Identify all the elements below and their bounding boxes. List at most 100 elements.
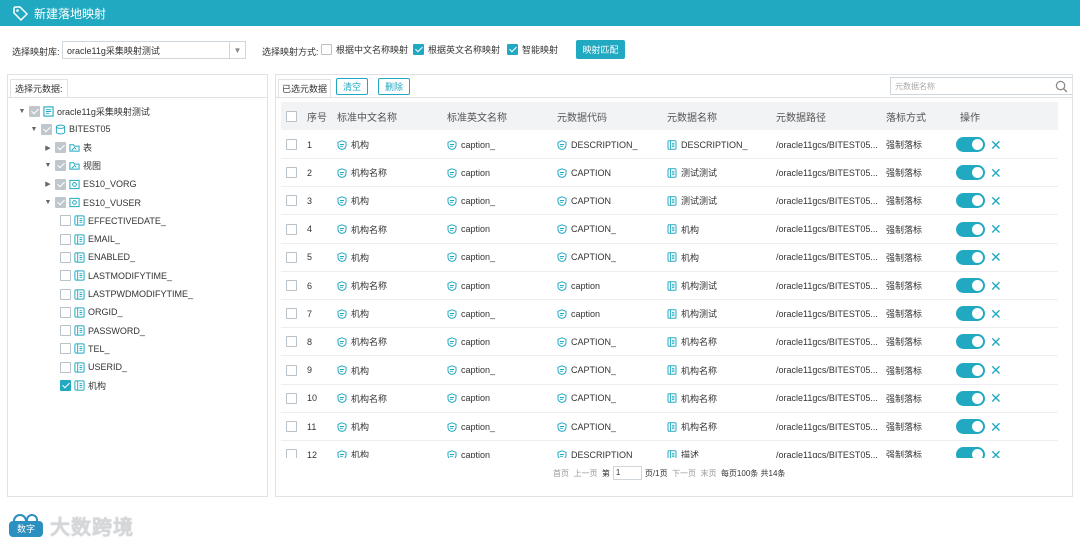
enable-toggle[interactable] [956, 419, 985, 434]
clear-button[interactable]: 清空 [336, 78, 368, 95]
checkbox[interactable] [413, 44, 424, 55]
table-row[interactable]: 6 机构名称 caption caption 机构测试/oracle11gcs/BITE… [281, 272, 1058, 300]
close-icon[interactable]: ✕ [990, 250, 1002, 264]
close-icon[interactable]: ✕ [990, 279, 1002, 293]
caret-down-icon[interactable]: ▼ [44, 162, 52, 169]
tree-node[interactable]: PASSWORD_ [60, 323, 145, 339]
option-en[interactable]: 根据英文名称映射 [413, 43, 500, 56]
tree-checkbox[interactable] [60, 380, 71, 391]
table-row[interactable]: 2 机构名称 caption CAPTION 测试测试/oracle11gcs/BITE… [281, 159, 1058, 188]
tree-checkbox[interactable] [60, 215, 71, 227]
table-row[interactable]: 10 机构名称 caption CAPTION_ 机构名称/oracle11gcs/BI… [281, 385, 1058, 413]
checkbox[interactable] [507, 44, 518, 55]
row-checkbox[interactable] [286, 139, 297, 150]
table-row[interactable]: 8 机构名称 caption CAPTION_ 机构名称/oracle11gcs/BIT… [281, 328, 1058, 357]
next-page-link[interactable]: 下一页 [672, 468, 696, 479]
map-match-button[interactable]: 映射匹配 [576, 40, 625, 59]
tree-node[interactable]: EFFECTIVEDATE_ [60, 213, 166, 229]
tree-checkbox[interactable] [60, 306, 71, 318]
tree-checkbox[interactable] [55, 160, 66, 172]
enable-toggle[interactable] [956, 306, 985, 322]
enable-toggle[interactable] [956, 137, 985, 152]
close-icon[interactable]: ✕ [990, 307, 1002, 321]
enable-toggle[interactable] [956, 193, 985, 209]
enable-toggle[interactable] [956, 362, 985, 378]
last-page-link[interactable]: 末页 [700, 468, 716, 479]
lib-select[interactable]: oracle11g采集映射测试 ▼ [62, 41, 246, 59]
row-checkbox[interactable] [286, 392, 297, 404]
row-checkbox[interactable] [286, 421, 297, 432]
table-row[interactable]: 3 机构 caption_ CAPTION 测试测试/oracle11gcs/BITES… [281, 187, 1058, 216]
tree-checkbox[interactable] [55, 142, 66, 154]
tree-node[interactable]: LASTMODIFYTIME_ [60, 268, 172, 284]
tree-checkbox[interactable] [60, 325, 71, 337]
tree-node[interactable]: ▼ oracle11g采集映射测试 [18, 103, 150, 119]
row-checkbox[interactable] [286, 195, 297, 207]
table-row[interactable]: 1 机构 caption_ DESCRIPTION_ DESCRIPTION_ /orac… [281, 131, 1058, 159]
search-input[interactable]: 元数据名称 [890, 77, 1072, 95]
close-icon[interactable]: ✕ [990, 222, 1002, 236]
chevron-down-icon[interactable]: ▼ [229, 42, 245, 58]
close-icon[interactable]: ✕ [990, 194, 1002, 208]
first-page-link[interactable]: 首页 [553, 468, 569, 479]
tree-node[interactable]: ▶ 表 [44, 140, 92, 156]
tree-checkbox[interactable] [41, 123, 52, 135]
table-row[interactable]: 5 机构 caption_ CAPTION_ 机构/oracle11gcs/BITEST… [281, 244, 1058, 272]
close-icon[interactable]: ✕ [990, 363, 1002, 377]
table-row[interactable]: 4 机构名称 caption CAPTION_ 机构/oracle11gcs/BITES… [281, 216, 1058, 244]
close-icon[interactable]: ✕ [990, 138, 1002, 152]
tree-node[interactable]: USERID_ [60, 359, 127, 375]
tree-node[interactable]: ▼ ES10_VUSER [44, 195, 141, 211]
row-checkbox[interactable] [286, 336, 297, 348]
caret-down-icon[interactable]: ▼ [44, 199, 52, 206]
close-icon[interactable]: ✕ [990, 335, 1002, 349]
row-checkbox[interactable] [286, 251, 297, 263]
tree-node[interactable]: EMAIL_ [60, 231, 120, 247]
tree-node[interactable]: 机构 [60, 378, 106, 394]
row-checkbox[interactable] [286, 223, 297, 235]
row-checkbox[interactable] [286, 364, 297, 376]
tree-node[interactable]: ORGID_ [60, 304, 123, 320]
tree-checkbox[interactable] [55, 197, 66, 208]
caret-down-icon[interactable]: ▼ [18, 108, 26, 115]
delete-button[interactable]: 删除 [378, 78, 410, 95]
table-row[interactable]: 7 机构 caption_ caption 机构测试/oracle11gcs/BITES… [281, 300, 1058, 329]
tree-checkbox[interactable] [60, 251, 71, 263]
row-checkbox[interactable] [286, 308, 297, 320]
tree-checkbox[interactable] [55, 178, 66, 190]
page-input[interactable]: 1 [612, 466, 642, 480]
table-row[interactable]: 11 机构 caption_ CAPTION_ 机构名称/oracle11gcs/BIT… [281, 413, 1058, 441]
tree-checkbox[interactable] [29, 105, 40, 117]
tree-node[interactable]: TEL_ [60, 341, 110, 357]
tree-checkbox[interactable] [60, 270, 71, 282]
tree-checkbox[interactable] [60, 288, 71, 300]
enable-toggle[interactable] [956, 334, 985, 350]
enable-toggle[interactable] [956, 278, 985, 293]
caret-right-icon[interactable]: ▶ [44, 144, 52, 152]
row-checkbox[interactable] [286, 280, 297, 291]
row-checkbox[interactable] [286, 167, 297, 179]
checkbox[interactable] [321, 44, 332, 55]
table-row[interactable]: 9 机构 caption_ CAPTION_ 机构名称/oracle11gcs/BITE… [281, 357, 1058, 385]
enable-toggle[interactable] [956, 390, 985, 406]
close-icon[interactable]: ✕ [990, 391, 1002, 405]
caret-right-icon[interactable]: ▶ [44, 180, 52, 188]
tree-node[interactable]: ▼ 视图 [44, 158, 101, 174]
enable-toggle[interactable] [956, 165, 985, 181]
select-all-checkbox[interactable] [286, 110, 297, 122]
enable-toggle[interactable] [956, 249, 985, 265]
option-smart[interactable]: 智能映射 [507, 43, 558, 56]
caret-down-icon[interactable]: ▼ [30, 126, 38, 133]
option-cn[interactable]: 根据中文名称映射 [321, 43, 408, 56]
prev-page-link[interactable]: 上一页 [573, 468, 597, 479]
search-icon[interactable] [1055, 80, 1068, 93]
close-icon[interactable]: ✕ [990, 420, 1002, 434]
tree-checkbox[interactable] [60, 343, 71, 355]
tree-node[interactable]: LASTPWDMODIFYTIME_ [60, 286, 193, 302]
tree-checkbox[interactable] [60, 233, 71, 245]
enable-toggle[interactable] [956, 221, 985, 237]
tree-node[interactable]: ▶ ES10_VORG [44, 176, 137, 192]
tree-node[interactable]: ENABLED_ [60, 249, 135, 265]
tree-node[interactable]: ▼ BITEST05 [30, 121, 111, 137]
close-icon[interactable]: ✕ [990, 166, 1002, 180]
